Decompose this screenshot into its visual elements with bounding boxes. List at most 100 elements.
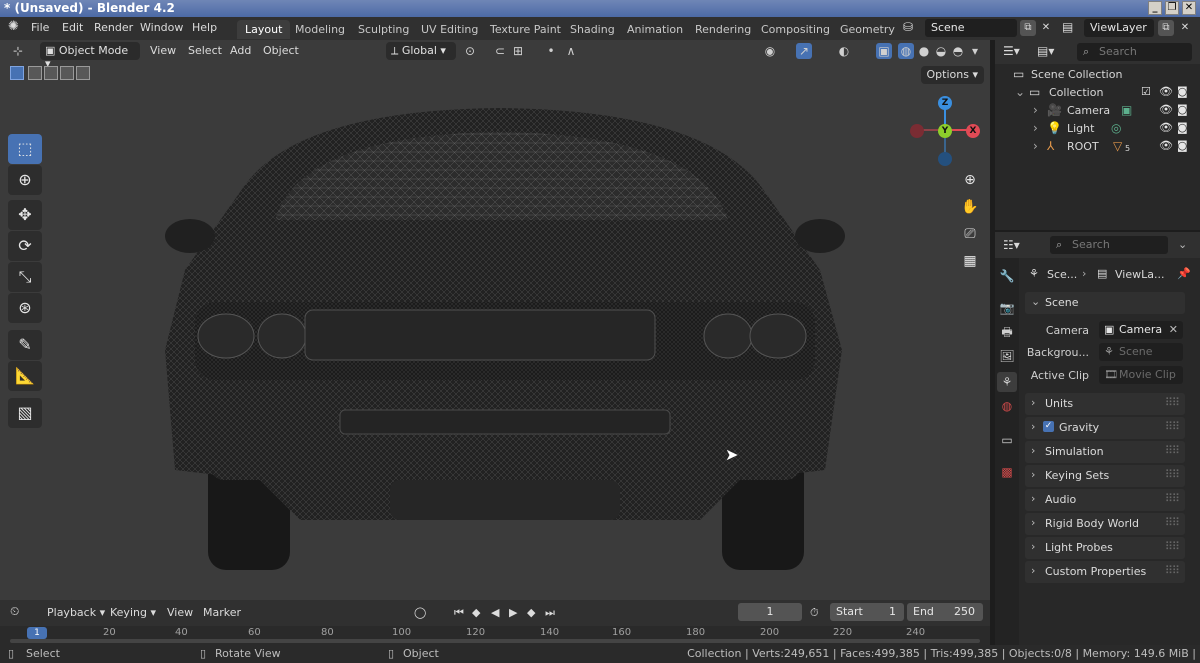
- wireframe-shading-icon[interactable]: ◍: [898, 43, 914, 59]
- custom-properties-panel-header[interactable]: › Custom Properties ⠿⠿: [1025, 561, 1185, 583]
- gravity-checkbox[interactable]: ✓: [1043, 421, 1054, 432]
- autokey-icon[interactable]: ◯: [414, 606, 426, 619]
- gizmo-y-axis[interactable]: Y: [938, 124, 952, 138]
- shading-options-icon[interactable]: ▾: [967, 43, 983, 59]
- select-extend-icon[interactable]: [28, 66, 42, 80]
- drag-grip-icon[interactable]: ⠿⠿: [1165, 540, 1180, 553]
- minimize-button[interactable]: _: [1148, 1, 1162, 15]
- tab-animation[interactable]: Animation: [619, 20, 691, 39]
- tab-compositing[interactable]: Compositing: [753, 20, 838, 39]
- perspective-grid-icon[interactable]: ▦: [958, 249, 982, 273]
- pivot-icon[interactable]: ⊙: [462, 43, 478, 59]
- drag-grip-icon[interactable]: ⠿⠿: [1165, 564, 1180, 577]
- render-camera-icon[interactable]: ◙: [1177, 103, 1188, 116]
- scene-collection-row[interactable]: ▭ Scene Collection: [995, 66, 1200, 84]
- xray-icon[interactable]: ▣: [876, 43, 892, 59]
- tab-sculpting[interactable]: Sculpting: [350, 20, 417, 39]
- 3d-viewport[interactable]: ⊹ ▣ Object Mode ▾ View Select Add Object…: [0, 40, 990, 600]
- menu-help[interactable]: Help: [192, 21, 217, 34]
- play-reverse-icon[interactable]: ◀: [491, 606, 499, 619]
- menu-playback[interactable]: Playback ▾: [47, 606, 105, 619]
- scene-selector[interactable]: Scene: [925, 19, 1017, 37]
- jump-end-icon[interactable]: ⏭: [545, 606, 555, 620]
- play-icon[interactable]: ▶: [509, 606, 517, 619]
- active-clip-field[interactable]: 🎞 Movie Clip: [1099, 366, 1183, 384]
- transform-orientation-selector[interactable]: ⟂ Global ▾: [386, 42, 456, 60]
- transform-tool-icon[interactable]: ⊛: [8, 293, 42, 323]
- keying-sets-panel-header[interactable]: › Keying Sets ⠿⠿: [1025, 465, 1185, 487]
- drag-grip-icon[interactable]: ⠿⠿: [1165, 444, 1180, 457]
- gizmo-neg-x-axis[interactable]: [910, 124, 924, 138]
- select-intersect-icon[interactable]: [76, 66, 90, 80]
- background-scene-field[interactable]: ⚘ Scene: [1099, 343, 1183, 361]
- rigid-body-world-panel-header[interactable]: › Rigid Body World ⠿⠿: [1025, 513, 1185, 535]
- drag-grip-icon[interactable]: ⠿⠿: [1165, 516, 1180, 529]
- cursor-tool-icon[interactable]: ⊕: [8, 165, 42, 195]
- texture-tab-icon[interactable]: ▩: [997, 462, 1017, 482]
- select-new-icon[interactable]: [10, 66, 24, 80]
- menu-keying[interactable]: Keying ▾: [110, 606, 156, 619]
- outliner-item-camera[interactable]: › 🎥 Camera ▣ 👁 ◙: [995, 102, 1200, 120]
- exclude-checkbox-icon[interactable]: ☑: [1141, 85, 1151, 98]
- select-box-tool-icon[interactable]: ⬚: [8, 134, 42, 164]
- gizmo-neg-z-axis[interactable]: [938, 152, 952, 166]
- drag-grip-icon[interactable]: ⠿⠿: [1165, 492, 1180, 505]
- scene-icon[interactable]: ⛁: [903, 20, 913, 34]
- outliner-editor-type-icon[interactable]: ☰▾: [1003, 44, 1020, 58]
- prev-keyframe-icon[interactable]: ◆: [472, 606, 480, 619]
- timeline-ruler[interactable]: 20 40 60 80 100 120 140 160 180 200 220 …: [0, 626, 990, 645]
- editor-type-icon[interactable]: ⊹: [10, 43, 26, 59]
- display-mode-icon[interactable]: ▤▾: [1037, 44, 1054, 58]
- viewlayer-icon[interactable]: ▤: [1062, 20, 1073, 34]
- gizmo-x-axis[interactable]: X: [966, 124, 980, 138]
- solid-shading-icon[interactable]: ●: [916, 43, 932, 59]
- hide-eye-icon[interactable]: 👁: [1159, 103, 1173, 116]
- collapse-chevron-icon[interactable]: ⌄: [1015, 85, 1025, 99]
- proportional-edit-icon[interactable]: •: [543, 43, 559, 59]
- new-scene-icon[interactable]: ⧉: [1020, 20, 1036, 36]
- menu-marker[interactable]: Marker: [203, 606, 241, 619]
- expand-chevron-icon[interactable]: ›: [1033, 121, 1038, 135]
- playhead-frame-indicator[interactable]: 1: [27, 627, 47, 639]
- jump-start-icon[interactable]: ⏮: [454, 606, 464, 620]
- menu-window[interactable]: Window: [140, 21, 183, 34]
- gravity-panel-header[interactable]: › ✓ Gravity ⠿⠿: [1025, 417, 1185, 439]
- drag-grip-icon[interactable]: ⠿⠿: [1165, 468, 1180, 481]
- tab-modeling[interactable]: Modeling: [287, 20, 353, 39]
- select-invert-icon[interactable]: [60, 66, 74, 80]
- collection-tab-icon[interactable]: ▭: [997, 430, 1017, 450]
- blender-logo-icon[interactable]: ✺: [8, 19, 19, 34]
- add-cube-tool-icon[interactable]: ▧: [8, 398, 42, 428]
- camera-field[interactable]: ▣ Camera ✕: [1099, 321, 1183, 339]
- audio-panel-header[interactable]: › Audio ⠿⠿: [1025, 489, 1185, 511]
- camera-data-icon[interactable]: ▣: [1121, 103, 1132, 117]
- light-data-icon[interactable]: ◎: [1111, 121, 1121, 135]
- tab-texture-paint[interactable]: Texture Paint: [482, 20, 569, 39]
- tab-shading[interactable]: Shading: [562, 20, 623, 39]
- drag-grip-icon[interactable]: ⠿⠿: [1165, 396, 1180, 409]
- snap-icon[interactable]: ⊂: [492, 43, 508, 59]
- expand-chevron-icon[interactable]: ›: [1033, 139, 1038, 153]
- hide-eye-icon[interactable]: 👁: [1159, 121, 1173, 134]
- simulation-panel-header[interactable]: › Simulation ⠿⠿: [1025, 441, 1185, 463]
- measure-tool-icon[interactable]: 📐: [8, 361, 42, 391]
- menu-view[interactable]: View: [150, 44, 176, 57]
- children-icon[interactable]: ▽: [1113, 139, 1122, 153]
- mode-selector[interactable]: ▣ Object Mode ▾: [40, 42, 140, 70]
- menu-add[interactable]: Add: [230, 44, 251, 57]
- render-camera-icon[interactable]: ◙: [1177, 139, 1188, 152]
- collection-row[interactable]: ⌄ ▭ Collection ☑ 👁 ◙: [995, 84, 1200, 102]
- menu-edit[interactable]: Edit: [62, 21, 83, 34]
- falloff-icon[interactable]: ∧: [563, 43, 579, 59]
- scale-tool-icon[interactable]: ⤡: [8, 262, 42, 292]
- properties-editor-type-icon[interactable]: ☷▾: [1003, 238, 1020, 252]
- render-tab-icon[interactable]: 📷: [997, 298, 1017, 318]
- tab-layout[interactable]: Layout: [237, 20, 291, 39]
- end-frame-field[interactable]: End 250: [907, 603, 983, 621]
- scene-tab-icon[interactable]: ⚘: [997, 372, 1017, 392]
- menu-render[interactable]: Render: [94, 21, 133, 34]
- options-button[interactable]: Options ▾: [920, 66, 984, 84]
- expand-chevron-icon[interactable]: ›: [1033, 103, 1038, 117]
- outliner-item-light[interactable]: › 💡 Light ◎ 👁 ◙: [995, 120, 1200, 138]
- tab-geometry-nodes[interactable]: Geometry I: [832, 20, 896, 39]
